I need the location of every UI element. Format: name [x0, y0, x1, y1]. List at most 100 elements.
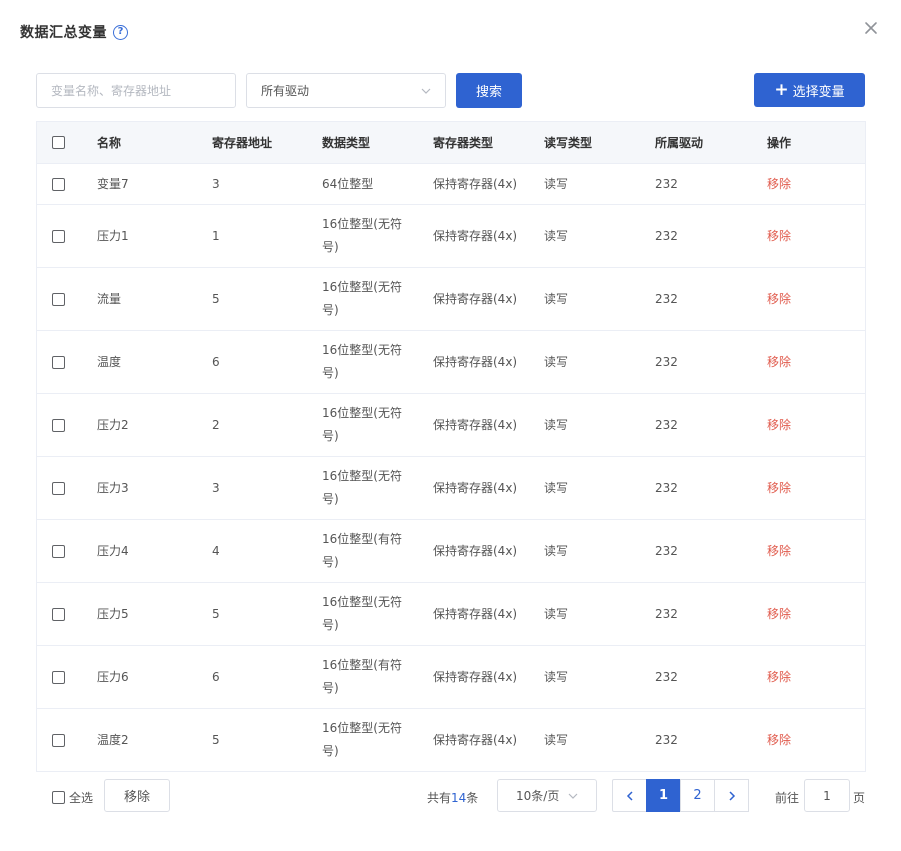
table-row: 压力6 6 16位整型(有符 号) 保持寄存器(4x) 读写 232 移除 [37, 646, 865, 709]
data-type-line: 16位整型(有符 [322, 658, 402, 672]
close-icon[interactable] [863, 20, 879, 36]
page-size-value: 10条/页 [516, 789, 560, 803]
data-type-line: 16位整型(无符 [322, 217, 402, 231]
column-header: 寄存器地址 [212, 136, 273, 150]
cell-address: 5 [212, 291, 220, 306]
header-checkbox[interactable] [52, 136, 65, 149]
bulk-remove-button[interactable]: 移除 [104, 779, 170, 812]
cell-register-type: 保持寄存器(4x) [433, 228, 518, 243]
table-row: 变量7 3 64位整型 保持寄存器(4x) 读写 232 移除 [37, 164, 865, 205]
table-header: 名称 寄存器地址 数据类型 寄存器类型 读写类型 所属驱动 操作 [37, 122, 865, 164]
remove-link[interactable]: 移除 [767, 477, 791, 500]
row-checkbox[interactable] [52, 418, 65, 432]
select-variable-button[interactable]: + 选择变量 [754, 73, 865, 107]
data-type-line: 16位整型(无符 [322, 469, 402, 483]
goto-page-input[interactable] [804, 779, 850, 812]
row-checkbox[interactable] [52, 670, 65, 684]
cell-name: 温度2 [97, 732, 129, 747]
next-page-button[interactable] [714, 779, 749, 812]
row-checkbox[interactable] [52, 544, 65, 558]
table-row: 压力2 2 16位整型(无符 号) 保持寄存器(4x) 读写 232 移除 [37, 394, 865, 457]
cell-rw-type: 读写 [544, 176, 569, 191]
cell-name: 压力1 [97, 228, 129, 243]
data-type-line: 号) [322, 744, 339, 758]
table-row: 压力4 4 16位整型(有符 号) 保持寄存器(4x) 读写 232 移除 [37, 520, 865, 583]
cell-register-type: 保持寄存器(4x) [433, 543, 518, 558]
cell-rw-type: 读写 [544, 228, 569, 243]
table-row: 压力1 1 16位整型(无符 号) 保持寄存器(4x) 读写 232 移除 [37, 205, 865, 268]
cell-data-type: 16位整型(无符 号) [322, 339, 412, 385]
cell-rw-type: 读写 [544, 417, 569, 432]
row-checkbox[interactable] [52, 733, 65, 747]
dialog-title: 数据汇总变量 [20, 25, 107, 41]
remove-link[interactable]: 移除 [767, 666, 791, 689]
cell-register-type: 保持寄存器(4x) [433, 291, 518, 306]
cell-name: 压力3 [97, 480, 129, 495]
checkbox[interactable] [52, 791, 65, 804]
cell-name: 压力5 [97, 606, 129, 621]
remove-link[interactable]: 移除 [767, 351, 791, 374]
table-row: 流量 5 16位整型(无符 号) 保持寄存器(4x) 读写 232 移除 [37, 268, 865, 331]
remove-link[interactable]: 移除 [767, 729, 791, 752]
prev-page-button[interactable] [612, 779, 647, 812]
row-checkbox[interactable] [52, 177, 65, 191]
data-type-line: 64位整型 [322, 176, 374, 191]
column-header: 名称 [97, 136, 122, 150]
search-button[interactable]: 搜索 [456, 73, 522, 108]
help-icon[interactable]: ? [113, 24, 128, 40]
cell-rw-type: 读写 [544, 354, 569, 369]
cell-data-type: 16位整型(无符 号) [322, 717, 412, 763]
cell-name: 压力6 [97, 669, 129, 684]
driver-select[interactable]: 所有驱动 [246, 73, 446, 108]
page-button-2[interactable]: 2 [680, 779, 715, 812]
chevron-right-icon [728, 790, 735, 801]
data-type-line: 号) [322, 555, 339, 569]
cell-data-type: 16位整型(有符 号) [322, 654, 412, 700]
data-type-line: 16位整型(无符 [322, 406, 402, 420]
column-header: 读写类型 [544, 136, 593, 150]
table-row: 压力3 3 16位整型(无符 号) 保持寄存器(4x) 读写 232 移除 [37, 457, 865, 520]
remove-link[interactable]: 移除 [767, 225, 791, 248]
select-variable-label: 选择变量 [792, 84, 845, 100]
row-checkbox[interactable] [52, 229, 65, 243]
cell-register-type: 保持寄存器(4x) [433, 606, 518, 621]
cell-register-type: 保持寄存器(4x) [433, 417, 518, 432]
table-row: 温度 6 16位整型(无符 号) 保持寄存器(4x) 读写 232 移除 [37, 331, 865, 394]
cell-register-type: 保持寄存器(4x) [433, 354, 518, 369]
cell-driver: 232 [655, 669, 678, 684]
cell-rw-type: 读写 [544, 291, 569, 306]
remove-link[interactable]: 移除 [767, 540, 791, 563]
table-row: 压力5 5 16位整型(无符 号) 保持寄存器(4x) 读写 232 移除 [37, 583, 865, 646]
search-input[interactable] [36, 73, 236, 108]
cell-rw-type: 读写 [544, 480, 569, 495]
remove-link[interactable]: 移除 [767, 414, 791, 437]
data-type-line: 16位整型(有符 [322, 532, 402, 546]
data-type-line: 号) [322, 681, 339, 695]
total-count: 共有14条 [427, 789, 478, 806]
total-suffix: 条 [466, 791, 479, 805]
table-body: 变量7 3 64位整型 保持寄存器(4x) 读写 232 移除 压力1 1 16位整型(无符 号) 保… [37, 164, 865, 772]
toolbar: 所有驱动 搜索 + 选择变量 [36, 73, 865, 108]
column-header: 所属驱动 [655, 136, 704, 150]
cell-name: 流量 [97, 291, 122, 306]
remove-link[interactable]: 移除 [767, 288, 791, 311]
total-number: 14 [451, 791, 467, 805]
variable-dialog: 数据汇总变量 ? 所有驱动 搜索 + 选择变量 名称 寄存器地址 数据类型 寄存… [0, 0, 901, 851]
row-checkbox[interactable] [52, 355, 65, 369]
cell-address: 1 [212, 228, 220, 243]
row-checkbox[interactable] [52, 607, 65, 621]
remove-link[interactable]: 移除 [767, 173, 791, 196]
goto-prefix: 前往 [775, 791, 800, 805]
remove-link[interactable]: 移除 [767, 603, 791, 626]
cell-address: 3 [212, 176, 220, 191]
select-all-checkbox[interactable]: 全选 [52, 789, 93, 806]
row-checkbox[interactable] [52, 292, 65, 306]
cell-rw-type: 读写 [544, 669, 569, 684]
cell-address: 4 [212, 543, 220, 558]
page-button-1[interactable]: 1 [646, 779, 681, 812]
cell-driver: 232 [655, 732, 678, 747]
page-size-select[interactable]: 10条/页 [497, 779, 597, 812]
cell-rw-type: 读写 [544, 732, 569, 747]
row-checkbox[interactable] [52, 481, 65, 495]
cell-address: 2 [212, 417, 220, 432]
